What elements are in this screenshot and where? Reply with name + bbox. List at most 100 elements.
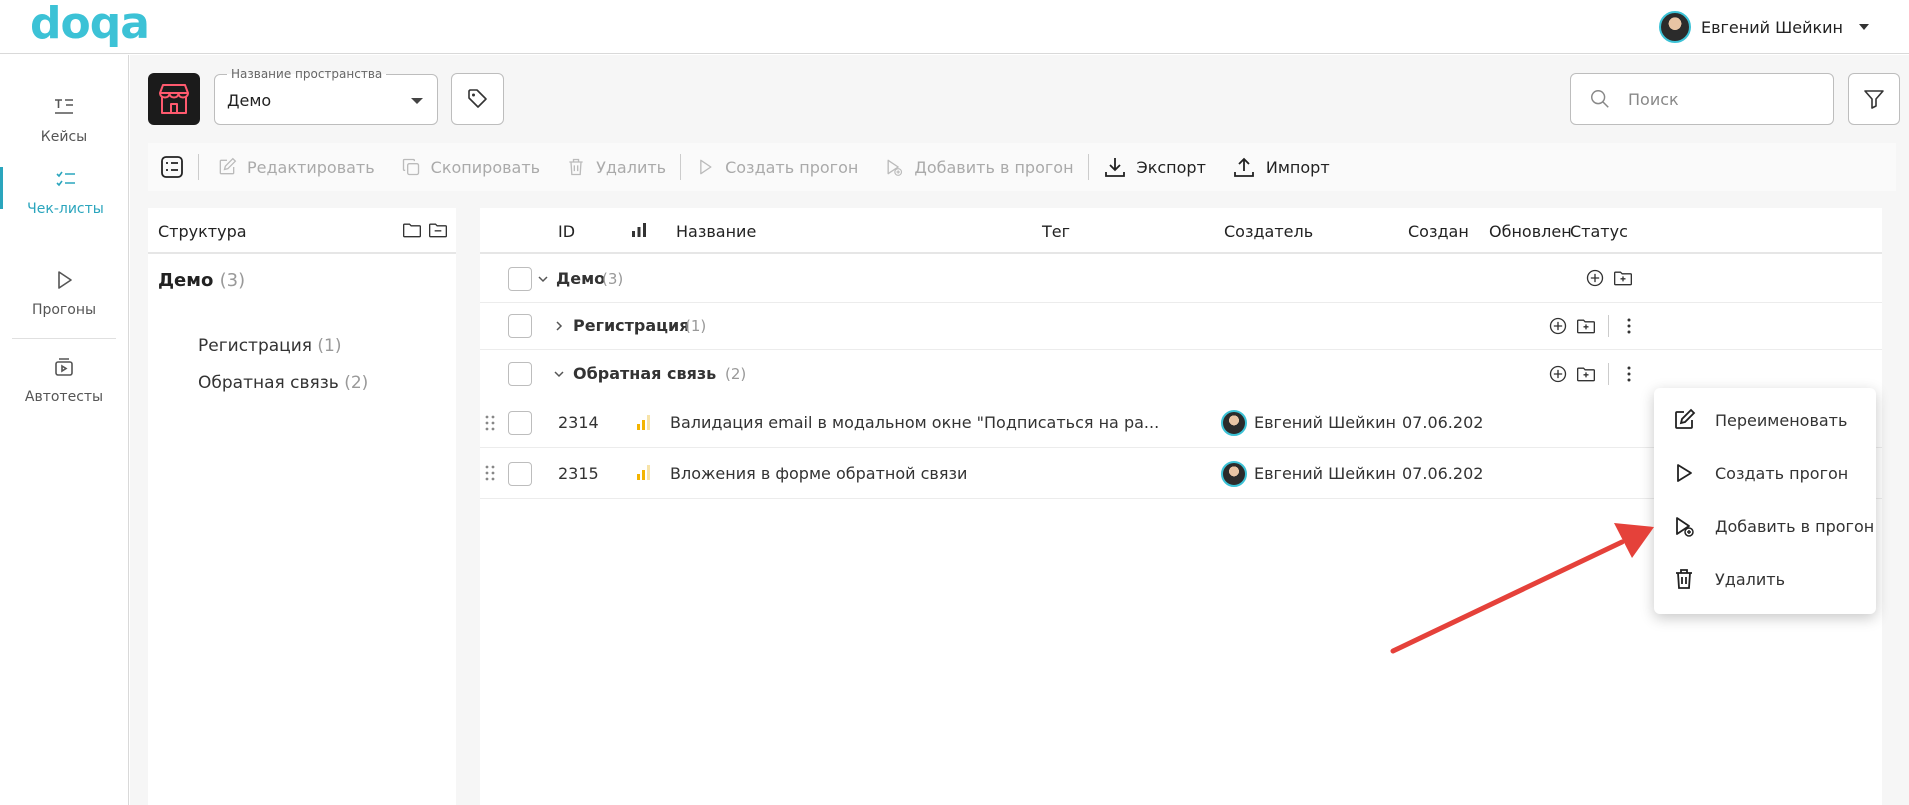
tags-button[interactable] — [451, 73, 504, 125]
folder-icon[interactable] — [402, 220, 422, 240]
add-circle-icon[interactable] — [1548, 364, 1568, 384]
space-select[interactable]: Название пространства Демо — [214, 67, 438, 125]
menu-item-label: Удалить — [1715, 569, 1785, 589]
structure-header: Структура — [148, 208, 456, 254]
row-checkbox[interactable] — [508, 314, 532, 338]
add-to-run-label: Добавить в прогон — [914, 157, 1074, 177]
add-circle-icon[interactable] — [1585, 268, 1605, 288]
checklist-icon — [55, 171, 75, 187]
menu-item-delete[interactable]: Удалить — [1654, 553, 1876, 605]
group-row[interactable]: Регистрация (1) — [480, 303, 1882, 350]
group-name: Регистрация — [573, 316, 690, 335]
col-status[interactable]: Статус — [1570, 222, 1628, 241]
row-creator: Евгений Шейкин — [1254, 413, 1397, 432]
trash-icon — [569, 158, 583, 176]
chevron-down-icon[interactable] — [536, 272, 550, 286]
filter-icon — [1864, 90, 1884, 109]
row-name[interactable]: Вложения в форме обратной связи — [670, 464, 967, 483]
priority-icon — [637, 465, 650, 480]
toolbar-divider — [1087, 154, 1089, 180]
add-folder-icon[interactable] — [1613, 268, 1633, 288]
user-name: Евгений Шейкин — [1700, 17, 1843, 37]
sidebar-item-label: Прогоны — [31, 302, 97, 318]
creator-avatar — [1221, 461, 1247, 487]
menu-item-add-to-run[interactable]: Добавить в прогон — [1654, 500, 1876, 552]
create-run-label: Создать прогон — [725, 157, 859, 177]
col-tag[interactable]: Тег — [1042, 222, 1070, 241]
play-icon — [700, 159, 712, 175]
chevron-down-icon[interactable] — [552, 367, 566, 381]
row-created: 07.06.202 — [1402, 413, 1484, 432]
chevron-right-icon[interactable] — [552, 319, 566, 333]
structure-item-count: (1) — [317, 336, 342, 356]
copy-button[interactable]: Скопировать — [401, 157, 540, 177]
import-button[interactable]: Импорт — [1232, 155, 1330, 179]
table-header: ID Название Тег Создатель Создан Обновле… — [480, 208, 1882, 254]
top-bar: doqa Евгений Шейкин — [0, 0, 1909, 54]
group-count: (2) — [725, 365, 747, 383]
collapse-folders-icon[interactable] — [428, 220, 448, 240]
edit-button[interactable]: Редактировать — [217, 157, 375, 177]
actions-divider — [1608, 315, 1609, 337]
menu-item-create-run[interactable]: Создать прогон — [1654, 447, 1876, 499]
structure-root[interactable]: Демо (3) — [158, 270, 245, 291]
space-select-label: Название пространства — [227, 67, 387, 81]
sidebar-item-autotests[interactable]: Автотесты — [0, 355, 128, 405]
row-name[interactable]: Валидация email в модальном окне "Подпис… — [670, 413, 1159, 432]
delete-label: Удалить — [596, 157, 667, 177]
copy-icon — [402, 158, 419, 176]
search-input[interactable]: Поиск — [1570, 73, 1834, 125]
play-icon — [1677, 464, 1692, 482]
more-vertical-icon[interactable] — [1621, 364, 1637, 384]
search-placeholder: Поиск — [1628, 90, 1679, 109]
select-all-toggle[interactable] — [160, 155, 184, 179]
sidebar-item-checklists[interactable]: Чек-листы — [0, 167, 128, 217]
app-logo[interactable]: doqa — [30, 2, 150, 46]
row-checkbox[interactable] — [508, 362, 532, 386]
add-circle-icon[interactable] — [1548, 316, 1568, 336]
filter-button[interactable] — [1848, 73, 1900, 125]
structure-title: Структура — [158, 222, 247, 241]
delete-button[interactable]: Удалить — [566, 157, 666, 177]
priority-sort-icon[interactable] — [630, 221, 648, 239]
main-area: Название пространства Демо Поиск Редакти… — [130, 55, 1909, 805]
sidebar-item-runs[interactable]: Прогоны — [0, 268, 128, 318]
col-name[interactable]: Название — [676, 222, 756, 241]
add-to-run-button[interactable]: Добавить в прогон — [884, 157, 1074, 177]
row-checkbox[interactable] — [508, 411, 532, 435]
structure-item-name: Обратная связь — [198, 373, 339, 393]
create-run-button[interactable]: Создать прогон — [695, 157, 858, 177]
menu-item-rename[interactable]: Переименовать — [1654, 394, 1876, 446]
toolbar-divider — [198, 154, 199, 180]
edit-icon — [1675, 408, 1696, 429]
row-checkbox[interactable] — [508, 267, 532, 291]
drag-handle-icon[interactable] — [484, 463, 496, 483]
group-actions — [1585, 268, 1633, 288]
store-icon — [159, 84, 189, 114]
add-folder-icon[interactable] — [1576, 364, 1596, 384]
upload-icon — [1233, 157, 1254, 177]
col-creator[interactable]: Создатель — [1224, 222, 1313, 241]
col-updated[interactable]: Обновлен — [1489, 222, 1572, 241]
cases-icon — [55, 99, 73, 114]
add-folder-icon[interactable] — [1576, 316, 1596, 336]
sidebar-item-cases[interactable]: Кейсы — [0, 95, 128, 145]
creator-avatar — [1221, 410, 1247, 436]
structure-item-name: Регистрация — [198, 336, 312, 356]
col-id[interactable]: ID — [558, 222, 575, 241]
export-button[interactable]: Экспорт — [1103, 155, 1206, 179]
structure-root-name: Демо — [158, 270, 214, 291]
structure-item[interactable]: Регистрация (1) — [198, 336, 342, 356]
structure-item[interactable]: Обратная связь (2) — [198, 373, 368, 393]
col-created[interactable]: Создан — [1408, 222, 1469, 241]
drag-handle-icon[interactable] — [484, 413, 496, 433]
group-name: Обратная связь — [573, 364, 717, 383]
group-row[interactable]: Демо (3) — [480, 256, 1882, 303]
row-checkbox[interactable] — [508, 462, 532, 486]
download-icon — [1104, 158, 1125, 177]
user-menu[interactable]: Евгений Шейкин — [1658, 10, 1869, 44]
more-vertical-icon[interactable] — [1621, 316, 1637, 336]
group-actions — [1548, 363, 1637, 385]
menu-item-label: Создать прогон — [1715, 463, 1849, 483]
space-avatar[interactable] — [148, 73, 200, 125]
